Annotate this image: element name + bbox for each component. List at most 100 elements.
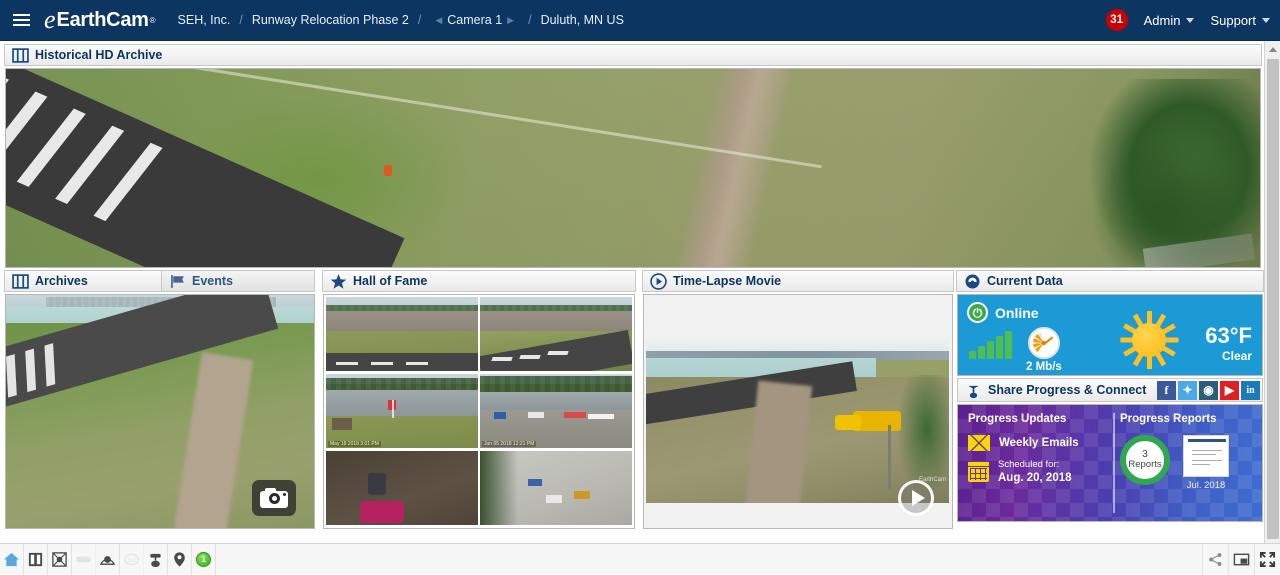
youtube-icon[interactable]: ▶: [1220, 381, 1239, 400]
report-thumbnail[interactable]: [1183, 435, 1229, 477]
hall-of-fame-panel: Hall of Fame: [322, 270, 636, 529]
hof-thumb-caption: Jun 05 2018 12:21 PM: [482, 441, 536, 447]
scene-pole: [888, 425, 891, 489]
time-lapse-panel: Time-Lapse Movie EarthCam: [642, 270, 954, 529]
star-icon: [330, 273, 347, 290]
logo-e-mark: e: [44, 7, 56, 33]
chevron-down-icon: [1186, 18, 1194, 23]
hof-thumbnail[interactable]: [480, 297, 632, 371]
sun-icon: [1120, 311, 1178, 369]
hall-of-fame-grid: May 18 2018 3:01 PM Jun 05 2018 12:21 PM: [323, 294, 635, 529]
weekly-emails-row[interactable]: Weekly Emails: [968, 435, 1110, 451]
camera-next-arrow-icon[interactable]: ▶: [502, 15, 519, 26]
header-actions: 31 Admin Support: [1106, 9, 1270, 31]
flag-icon: [169, 273, 186, 290]
camera-icon[interactable]: [252, 480, 296, 516]
online-status-row: ⏻ Online: [958, 295, 1262, 323]
reports-count-badge[interactable]: 3 Reports: [1120, 435, 1170, 485]
breadcrumb-company[interactable]: SEH, Inc.: [178, 13, 231, 27]
historical-hd-archive-panel: Historical HD Archive: [4, 44, 1262, 268]
report-month-label: Jul. 2018: [1183, 480, 1229, 491]
share-connect-title: Share Progress & Connect: [988, 383, 1146, 397]
hamburger-menu-icon[interactable]: [8, 14, 38, 26]
filmstrip-icon[interactable]: [24, 544, 48, 575]
admin-menu[interactable]: Admin: [1144, 13, 1195, 28]
tab-archives-label: Archives: [35, 274, 88, 288]
breadcrumb-location[interactable]: Duluth, MN US: [541, 13, 624, 27]
scrollbar-thumb[interactable]: [1267, 59, 1279, 539]
tab-events[interactable]: Events: [161, 270, 315, 292]
linkedin-icon[interactable]: in: [1241, 381, 1260, 400]
picture-in-picture-icon[interactable]: [1228, 544, 1254, 575]
notification-badge[interactable]: 31: [1106, 9, 1128, 31]
facebook-icon[interactable]: f: [1157, 381, 1176, 400]
logo-text: EarthCam: [57, 9, 149, 32]
report-thumbnail-wrap: Jul. 2018: [1183, 435, 1229, 491]
weather-condition: Clear: [1222, 349, 1252, 363]
breadcrumb-project[interactable]: Runway Relocation Phase 2: [252, 13, 409, 27]
hd-archive-image[interactable]: [5, 68, 1261, 268]
filmstrip-icon: [12, 273, 29, 290]
power-icon: ⏻: [967, 302, 988, 323]
logo-trademark: ®: [150, 16, 156, 25]
mosaic-icon[interactable]: [48, 544, 72, 575]
map-pin-icon[interactable]: [168, 544, 192, 575]
social-links: f ✦ ◉ ▶ in: [1157, 381, 1260, 400]
support-menu[interactable]: Support: [1210, 13, 1270, 28]
play-icon[interactable]: [898, 480, 934, 516]
vertical-scrollbar[interactable]: [1264, 41, 1280, 574]
current-data-title: Current Data: [987, 274, 1063, 288]
current-data-header: Current Data: [956, 270, 1264, 292]
home-icon[interactable]: [0, 544, 24, 575]
breadcrumb-separator: /: [239, 13, 242, 27]
bandwidth-value: 2 Mb/s: [1026, 361, 1062, 373]
toolbar-left-group: 360 1: [0, 544, 216, 575]
tab-archives[interactable]: Archives: [4, 270, 162, 292]
archives-image[interactable]: [5, 294, 315, 529]
progress-reports-section: Progress Reports 3 Reports: [1120, 413, 1260, 491]
timelapse-camera-icon[interactable]: [144, 544, 168, 575]
breadcrumb-separator: /: [418, 13, 421, 27]
progress-updates-title: Progress Updates: [968, 413, 1110, 425]
archives-panel: Archives Events: [4, 270, 316, 529]
hof-thumbnail[interactable]: [480, 451, 632, 525]
hd-archive-title: Historical HD Archive: [35, 48, 162, 62]
breadcrumb-camera[interactable]: Camera 1: [447, 13, 502, 27]
time-lapse-image[interactable]: EarthCam: [646, 333, 949, 503]
camera-prev-arrow-icon[interactable]: ◀: [430, 15, 447, 26]
hall-of-fame-title: Hall of Fame: [353, 274, 427, 288]
scheduled-label: Scheduled for:: [998, 459, 1059, 470]
bandwidth-gauge: 2 Mb/s: [1026, 327, 1062, 373]
camera-status-card: ⏻ Online 2 Mb/s: [957, 294, 1263, 376]
scheduled-block: Scheduled for: Aug. 20, 2018: [998, 459, 1072, 485]
share-icon[interactable]: [1202, 544, 1228, 575]
hof-thumbnail[interactable]: May 18 2018 3:01 PM: [326, 374, 478, 448]
scene-traffic-cone: [384, 165, 392, 176]
calendar-icon: [968, 462, 989, 482]
webcam-icon[interactable]: [96, 544, 120, 575]
current-data-panel: Current Data ⏻ Online 2 Mb/s: [956, 270, 1266, 522]
bottom-toolbar: 360 1: [0, 543, 1280, 574]
play-circle-icon: [650, 273, 667, 290]
hof-thumbnail[interactable]: [326, 451, 478, 525]
time-lapse-body: EarthCam: [643, 294, 953, 529]
panel-divider: [1113, 413, 1115, 513]
envelope-icon: [968, 435, 990, 451]
hof-thumbnail[interactable]: [326, 297, 478, 371]
camera-count-badge[interactable]: 1: [192, 544, 216, 575]
time-lapse-title: Time-Lapse Movie: [673, 274, 781, 288]
earthcam-logo[interactable]: e EarthCam ®: [44, 7, 156, 33]
reports-row: 3 Reports Jul. 2018: [1120, 435, 1260, 491]
progress-reports-title: Progress Reports: [1120, 413, 1260, 425]
scene-loader: [835, 415, 861, 430]
svg-text:360: 360: [127, 557, 136, 563]
twitter-icon[interactable]: ✦: [1178, 381, 1197, 400]
scheduled-row[interactable]: Scheduled for: Aug. 20, 2018: [968, 459, 1110, 485]
hof-thumbnail[interactable]: Jun 05 2018 12:21 PM: [480, 374, 632, 448]
online-status-label: Online: [995, 305, 1039, 321]
scroll-up-button[interactable]: [1265, 41, 1280, 57]
archives-tabs: Archives Events: [4, 270, 316, 292]
signal-bars-icon: [969, 331, 1012, 359]
instagram-icon[interactable]: ◉: [1199, 381, 1218, 400]
fullscreen-icon[interactable]: [1254, 544, 1280, 575]
